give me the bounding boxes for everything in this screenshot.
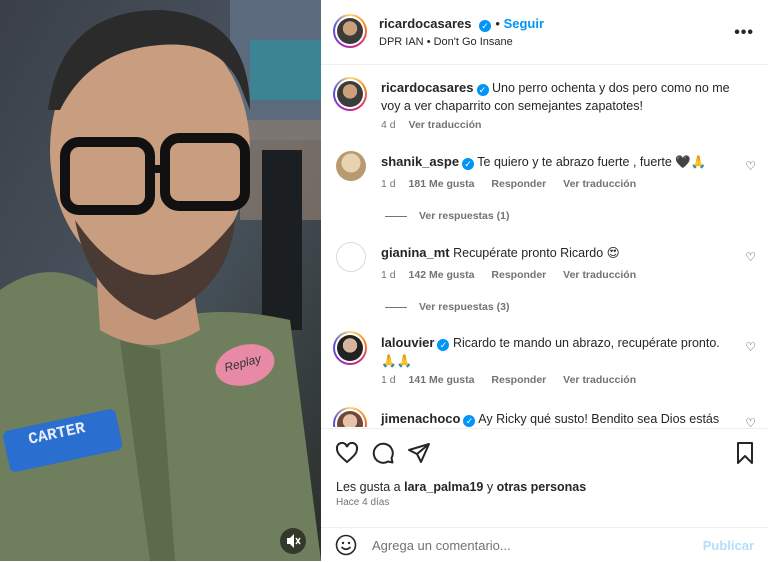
avatar[interactable] <box>336 151 366 181</box>
comment-text: Recupérate pronto Ricardo 😍 <box>453 246 620 260</box>
see-translation-link[interactable]: Ver traducción <box>563 374 636 386</box>
list-item: jimenachoco ✓ Ay Ricky qué susto! Bendito… <box>321 407 768 427</box>
post-actions: Les gusta a lara_palma19 y otras persona… <box>321 428 768 529</box>
verified-badge-icon: ✓ <box>462 158 475 170</box>
author-username[interactable]: ricardocasares <box>379 16 472 31</box>
comment-age: 1 d <box>381 374 396 386</box>
heart-icon[interactable] <box>335 441 359 470</box>
audio-track[interactable]: Don't Go Insane <box>434 36 513 48</box>
reply-button[interactable]: Responder <box>491 178 546 190</box>
heart-icon[interactable]: ♡ <box>745 416 756 427</box>
comment-text: Te quiero y te abrazo fuerte , fuerte 🖤🙏 <box>477 155 707 169</box>
comment-likes[interactable]: 141 Me gusta <box>409 374 475 386</box>
reply-button[interactable]: Responder <box>491 374 546 386</box>
more-options-icon[interactable]: ••• <box>734 24 754 42</box>
comment-likes[interactable]: 142 Me gusta <box>409 269 475 281</box>
avatar[interactable] <box>333 331 367 365</box>
post-header: ricardocasares ✓ • Seguir DPR IAN • Don'… <box>321 0 768 65</box>
author-avatar[interactable] <box>333 14 367 48</box>
caption: ricardocasares ✓ Uno perro ochenta y dos … <box>321 77 768 137</box>
post-time-ago: Hace 4 días <box>336 497 390 508</box>
post-side-panel: ricardocasares ✓ • Seguir DPR IAN • Don'… <box>321 0 768 561</box>
publish-button[interactable]: Publicar <box>703 538 754 553</box>
verified-badge-icon: ✓ <box>476 84 489 96</box>
caption-username[interactable]: ricardocasares <box>381 80 474 95</box>
reply-button[interactable]: Responder <box>491 269 546 281</box>
verified-badge-icon: ✓ <box>437 339 450 351</box>
emoji-icon[interactable] <box>335 534 357 561</box>
post-video[interactable]: CARTER Replay <box>0 0 321 561</box>
bookmark-icon[interactable] <box>733 441 757 470</box>
see-translation-link[interactable]: Ver traducción <box>409 119 482 131</box>
caption-age: 4 d <box>381 119 396 131</box>
avatar[interactable] <box>333 407 367 427</box>
likes-summary: Les gusta a lara_palma19 y otras persona… <box>336 480 587 494</box>
comment-text: Ay Ricky qué susto! Bendito sea Dios est… <box>478 412 720 426</box>
liker-username[interactable]: lara_palma19 <box>404 480 483 494</box>
see-translation-link[interactable]: Ver traducción <box>563 269 636 281</box>
speaker-muted-icon[interactable] <box>280 528 306 554</box>
comment-likes[interactable]: 181 Me gusta <box>409 178 475 190</box>
comment-composer: Agrega un comentario... Publicar <box>321 527 768 562</box>
heart-icon[interactable]: ♡ <box>745 340 756 354</box>
comment-username[interactable]: shanik_aspe <box>381 154 459 169</box>
heart-icon[interactable]: ♡ <box>745 159 756 173</box>
comment-icon[interactable] <box>371 441 395 470</box>
list-item: gianina_mt Recupérate pronto Ricardo 😍 1… <box>321 242 768 322</box>
other-likers-link[interactable]: otras personas <box>497 480 587 494</box>
follow-button[interactable]: Seguir <box>504 16 544 31</box>
video-frame <box>0 0 321 561</box>
comment-username[interactable]: jimenachoco <box>381 411 460 426</box>
heart-icon[interactable]: ♡ <box>745 250 756 264</box>
comment-input[interactable]: Agrega un comentario... <box>372 538 511 553</box>
audio-artist[interactable]: DPR IAN <box>379 36 424 48</box>
verified-badge-icon: ✓ <box>463 415 476 427</box>
view-replies-button[interactable]: Ver respuestas (3) <box>385 301 509 313</box>
comment-age: 1 d <box>381 269 396 281</box>
avatar[interactable] <box>336 242 366 272</box>
comment-age: 1 d <box>381 178 396 190</box>
comments-list: ricardocasares ✓ Uno perro ochenta y dos … <box>321 65 768 427</box>
list-item: lalouvier ✓ Ricardo te mando un abrazo, r… <box>321 331 768 391</box>
verified-badge-icon: ✓ <box>478 20 491 32</box>
see-translation-link[interactable]: Ver traducción <box>563 178 636 190</box>
view-replies-button[interactable]: Ver respuestas (1) <box>385 210 509 222</box>
list-item: shanik_aspe ✓ Te quiero y te abrazo fuert… <box>321 151 768 231</box>
comment-username[interactable]: gianina_mt <box>381 245 450 260</box>
comment-username[interactable]: lalouvier <box>381 335 434 350</box>
send-icon[interactable] <box>407 441 431 470</box>
avatar[interactable] <box>333 77 367 111</box>
audio-info[interactable]: DPR IAN • Don't Go Insane <box>379 36 513 48</box>
